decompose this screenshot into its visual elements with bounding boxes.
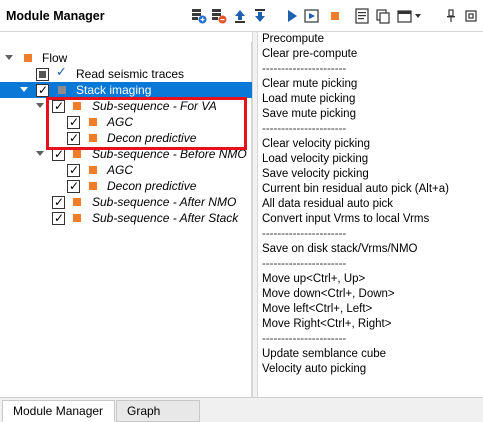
menu-item[interactable]: Save velocity picking <box>262 167 449 182</box>
tree-item-flow[interactable]: Flow <box>0 50 252 66</box>
menu-separator: ---------------------- <box>262 228 347 240</box>
menu-item[interactable]: Update semblance cube <box>262 347 449 362</box>
tree-item-decon-predictive[interactable]: ✓ Decon predictive <box>0 130 252 146</box>
checkbox[interactable] <box>36 68 49 81</box>
tree-item-decon-predictive[interactable]: ✓ Decon predictive <box>0 178 252 194</box>
tab-bar: Module Manager Graph View <box>0 397 483 422</box>
menu-item[interactable]: Clear pre-compute <box>262 47 449 62</box>
tree-item-label: Sub-sequence - After NMO <box>92 195 237 209</box>
menu-item[interactable]: Move down<Ctrl+, Down> <box>262 287 449 302</box>
tree-item-label: Sub-sequence - Before NMO <box>92 147 247 161</box>
move-down-icon[interactable] <box>251 7 268 24</box>
chevron-down-icon[interactable] <box>413 7 423 24</box>
menu-item[interactable]: Move Right<Ctrl+, Right> <box>262 317 449 332</box>
window-icon[interactable] <box>396 7 413 24</box>
pin-icon[interactable] <box>442 7 459 24</box>
module-square-icon <box>73 102 81 110</box>
module-square-icon <box>89 118 97 126</box>
action-list: Precompute Clear pre-compute -------------… <box>262 32 449 377</box>
module-square-icon <box>73 198 81 206</box>
menu-separator: ---------------------- <box>262 63 347 75</box>
checkbox[interactable]: ✓ <box>67 163 80 177</box>
tab-module-manager[interactable]: Module Manager <box>2 400 115 422</box>
stop-icon[interactable] <box>326 7 343 24</box>
tab-graph-view[interactable]: Graph View <box>116 400 200 422</box>
expand-arrow-icon[interactable] <box>5 55 13 60</box>
menu-item[interactable]: Save mute picking <box>262 107 449 122</box>
menu-separator: ---------------------- <box>262 258 347 270</box>
move-up-icon[interactable] <box>231 7 248 24</box>
log-icon[interactable] <box>353 7 370 24</box>
menu-separator: ---------------------- <box>262 333 347 345</box>
menu-item[interactable]: Convert input Vrms to local Vrms <box>262 212 449 227</box>
add-module-icon[interactable] <box>190 7 207 24</box>
checkbox[interactable]: ✓ <box>36 83 49 97</box>
title-bar: Module Manager <box>0 0 483 32</box>
tree-item-label: Read seismic traces <box>76 67 185 81</box>
checkbox[interactable]: ✓ <box>52 195 65 209</box>
tree-item-agc[interactable]: ✓ AGC <box>0 162 252 178</box>
checkbox[interactable]: ✓ <box>67 179 80 193</box>
module-square-icon <box>24 54 32 62</box>
module-square-icon <box>89 166 97 174</box>
menu-item[interactable]: Load velocity picking <box>262 152 449 167</box>
tree-item-subsequence-after-stack[interactable]: ✓ Sub-sequence - After Stack <box>0 210 252 226</box>
module-square-icon <box>89 182 97 190</box>
module-square-icon <box>58 86 66 94</box>
tree-item-subsequence-for-va[interactable]: ✓ Sub-sequence - For VA <box>0 98 252 114</box>
tree-item-label: Sub-sequence - For VA <box>92 99 217 113</box>
menu-item[interactable]: Move left<Ctrl+, Left> <box>262 302 449 317</box>
expand-arrow-icon[interactable] <box>36 151 44 156</box>
checkbox[interactable]: ✓ <box>67 131 80 145</box>
window-title: Module Manager <box>6 9 105 23</box>
expand-arrow-icon[interactable] <box>36 103 44 108</box>
tree-item-label: Flow <box>42 51 68 65</box>
menu-item[interactable]: Move up<Ctrl+, Up> <box>262 272 449 287</box>
checkbox[interactable]: ✓ <box>52 147 65 161</box>
flow-tree: Flow ✓ Read seismic traces ✓ Stack imagi… <box>0 42 252 397</box>
copy-icon[interactable] <box>374 7 391 24</box>
tree-item-read-seismic-traces[interactable]: ✓ Read seismic traces <box>0 65 252 82</box>
run-icon[interactable] <box>283 7 300 24</box>
module-square-icon <box>73 150 81 158</box>
checkbox[interactable]: ✓ <box>52 99 65 113</box>
menu-separator: ---------------------- <box>262 123 347 135</box>
tree-item-label: AGC <box>107 163 134 177</box>
menu-item[interactable]: Current bin residual auto pick (Alt+a) <box>262 182 449 197</box>
menu-item[interactable]: Load mute picking <box>262 92 449 107</box>
run-step-icon[interactable] <box>303 7 320 24</box>
checkbox[interactable]: ✓ <box>67 115 80 129</box>
menu-item[interactable]: Save on disk stack/Vrms/NMO <box>262 242 449 257</box>
checkbox[interactable]: ✓ <box>52 211 65 225</box>
menu-item[interactable]: Clear mute picking <box>262 77 449 92</box>
tree-item-agc[interactable]: ✓ AGC <box>0 114 252 130</box>
tree-item-stack-imaging[interactable]: ✓ Stack imaging <box>0 82 252 98</box>
tree-item-label: AGC <box>107 115 134 129</box>
expand-arrow-icon[interactable] <box>20 87 28 92</box>
module-square-icon <box>89 134 97 142</box>
module-square-icon <box>73 214 81 222</box>
remove-module-icon[interactable] <box>210 7 227 24</box>
tree-item-label: Decon predictive <box>107 131 197 145</box>
restore-icon[interactable] <box>462 7 479 24</box>
checkmark-icon: ✓ <box>56 65 67 80</box>
tree-item-subsequence-after-nmo[interactable]: ✓ Sub-sequence - After NMO <box>0 194 252 210</box>
tree-item-label: Sub-sequence - After Stack <box>92 211 239 225</box>
menu-item[interactable]: Precompute <box>262 32 449 47</box>
action-menu: Precompute Clear pre-compute -------------… <box>258 32 483 397</box>
menu-item[interactable]: Velocity auto picking <box>262 362 449 377</box>
tree-item-label: Stack imaging <box>76 83 152 97</box>
tree-item-subsequence-before-nmo[interactable]: ✓ Sub-sequence - Before NMO <box>0 146 252 162</box>
menu-item[interactable]: All data residual auto pick <box>262 197 449 212</box>
tree-item-label: Decon predictive <box>107 179 197 193</box>
menu-item[interactable]: Clear velocity picking <box>262 137 449 152</box>
